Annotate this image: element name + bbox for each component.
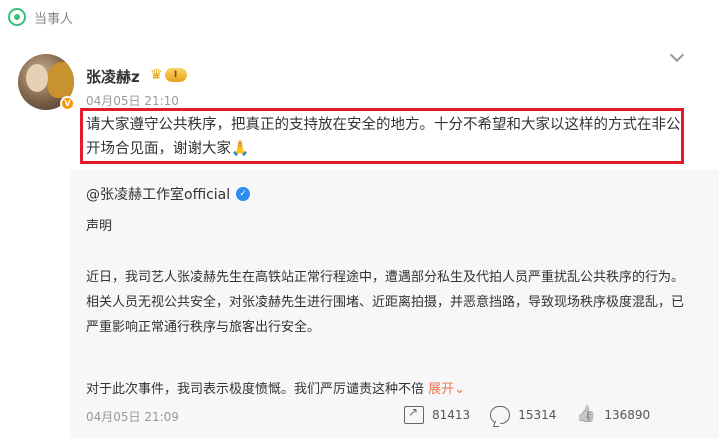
crown-icon: ♛ — [150, 67, 163, 83]
top-bar: 当事人 — [0, 0, 719, 34]
repost-heading: 声明 — [86, 219, 113, 234]
repost-timestamp[interactable]: 04月05日 21:09 — [86, 408, 179, 425]
repost-count: 81413 — [432, 408, 471, 422]
pray-emoji-icon: 🙏 — [231, 141, 250, 157]
repost-button[interactable]: 81413 — [404, 405, 471, 424]
repost-author-name[interactable]: @张凌赫工作室official — [86, 184, 230, 204]
comment-button[interactable]: 15314 — [490, 406, 556, 424]
thumbs-up-icon — [576, 406, 596, 424]
avatar-dog — [48, 62, 74, 98]
post-content: 请大家遵守公共秩序，把真正的支持放在安全的地方。十分不希望和大家以这样的方式在非… — [86, 113, 681, 161]
verified-check-icon: ✓ — [236, 187, 251, 201]
repost-author[interactable]: @张凌赫工作室official ✓ — [86, 184, 251, 204]
location-pin-icon — [8, 8, 26, 26]
post-timestamp[interactable]: 04月05日 21:10 — [86, 92, 179, 109]
verified-badge-icon: V — [60, 96, 75, 111]
post-text: 请大家遵守公共秩序，把真正的支持放在安全的地方。十分不希望和大家以这样的方式在非… — [86, 117, 681, 157]
comment-icon — [490, 406, 511, 424]
comment-count: 15314 — [518, 408, 557, 422]
repost-body: 近日，我司艺人张凌赫先生在高铁站正常行程途中，遭遇部分私生及代拍人员严重扰乱公共… — [86, 270, 685, 335]
like-button[interactable]: 136890 — [576, 406, 650, 424]
chevron-down-icon: ⌄ — [454, 382, 466, 397]
username[interactable]: 张凌赫z — [86, 66, 140, 87]
repost-last-text: 对于此次事件，我司表示极度愤慨。我们严厉谴责这种不倍 — [86, 382, 425, 397]
topic-label: 当事人 — [34, 11, 74, 27]
avatar-face — [26, 64, 48, 92]
like-count: 136890 — [604, 408, 651, 422]
member-level-badge[interactable]: ♛ I — [150, 66, 190, 84]
repost-last-line: 对于此次事件，我司表示极度愤慨。我们严厉谴责这种不倍 展开⌄ — [86, 378, 465, 397]
repost-stats-bar: 81413 15314 136890 — [404, 403, 670, 427]
expand-link[interactable]: 展开⌄ — [428, 382, 465, 397]
level-number: I — [164, 68, 187, 82]
share-icon — [404, 405, 424, 424]
chevron-down-icon[interactable] — [668, 48, 686, 66]
expand-label[interactable]: 展开 — [428, 382, 454, 397]
